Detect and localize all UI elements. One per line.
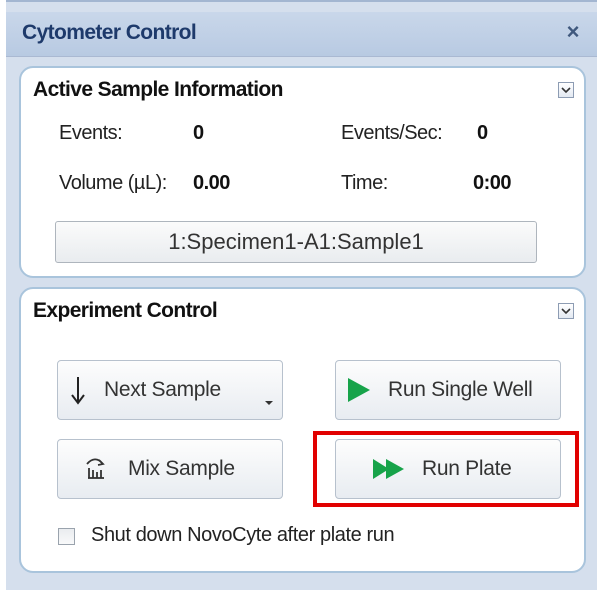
- volume-value: 0.00: [193, 172, 230, 194]
- chevron-down-icon[interactable]: [558, 303, 574, 319]
- time-value: 0:00: [473, 172, 512, 194]
- run-single-well-button[interactable]: Run Single Well: [335, 360, 561, 420]
- dropdown-caret-icon[interactable]: [264, 388, 274, 412]
- mix-icon: [84, 456, 110, 488]
- run-plate-highlight: [313, 431, 579, 507]
- events-value: 0: [193, 122, 204, 144]
- arrow-down-icon: [71, 375, 85, 411]
- window-title: Cytometer Control: [22, 21, 197, 44]
- title-bar: Cytometer Control ×: [6, 12, 597, 57]
- run-single-well-label: Run Single Well: [388, 378, 533, 401]
- active-sample-panel: Active Sample Information Events: 0 Even…: [19, 66, 586, 278]
- active-sample-name-button[interactable]: 1:Specimen1-A1:Sample1: [55, 221, 537, 263]
- events-label: Events:: [59, 122, 123, 144]
- active-sample-header: Active Sample Information: [33, 78, 283, 101]
- mix-sample-label: Mix Sample: [128, 457, 235, 480]
- next-sample-label: Next Sample: [104, 378, 221, 401]
- events-per-sec-label: Events/Sec:: [341, 122, 443, 144]
- close-icon[interactable]: ×: [561, 20, 585, 44]
- shutdown-checkbox-label[interactable]: Shut down NovoCyte after plate run: [91, 524, 395, 547]
- shutdown-checkbox[interactable]: [58, 528, 75, 545]
- play-icon: [346, 377, 372, 409]
- events-per-sec-value: 0: [477, 122, 488, 144]
- experiment-control-header: Experiment Control: [33, 299, 218, 322]
- next-sample-button[interactable]: Next Sample: [57, 360, 283, 420]
- volume-label: Volume (µL):: [59, 172, 167, 194]
- time-label: Time:: [341, 172, 388, 194]
- mix-sample-button[interactable]: Mix Sample: [57, 439, 283, 499]
- chevron-down-icon[interactable]: [558, 82, 574, 98]
